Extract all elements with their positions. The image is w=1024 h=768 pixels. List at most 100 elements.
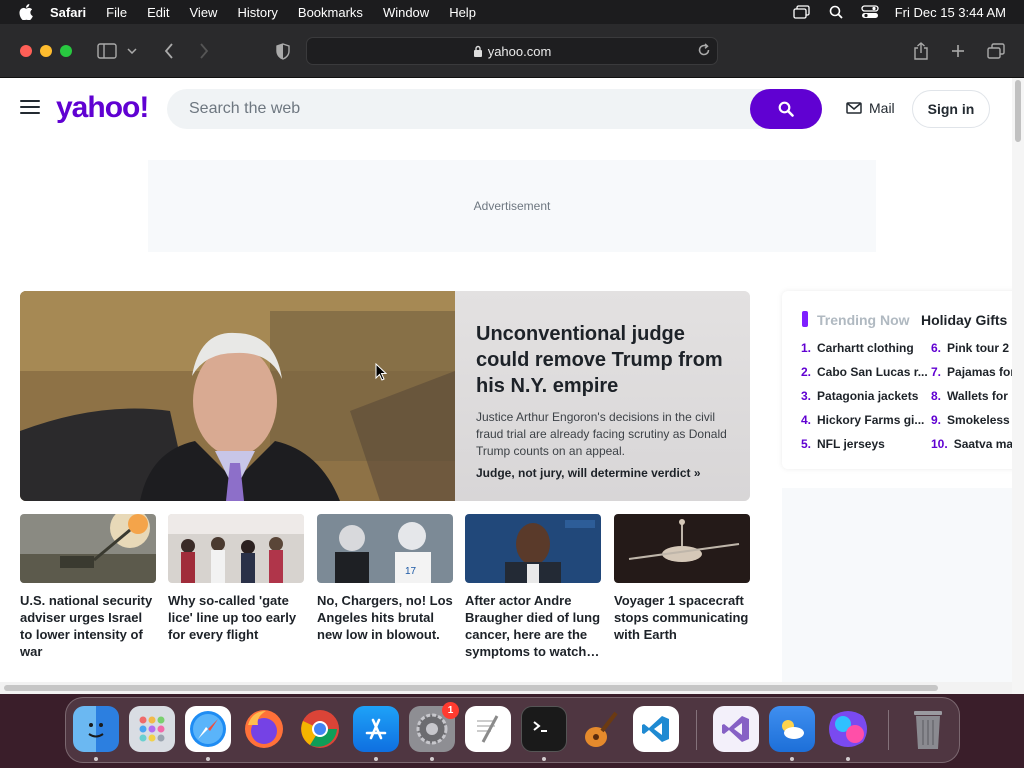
story-headline[interactable]: After actor Andre Braugher died of lung …: [465, 592, 601, 660]
notification-badge: 1: [442, 702, 459, 719]
story-card[interactable]: After actor Andre Braugher died of lung …: [465, 514, 601, 660]
tab-trending-now[interactable]: Trending Now: [817, 312, 910, 328]
hero-headline[interactable]: Unconventional judge could remove Trump …: [476, 321, 730, 399]
address-url: yahoo.com: [487, 43, 552, 59]
app-store-icon[interactable]: [353, 706, 399, 752]
menu-history[interactable]: History: [237, 5, 277, 20]
screen-mirroring-icon[interactable]: [793, 4, 811, 20]
trending-item[interactable]: 2. Cabo San Lucas r...: [801, 365, 928, 389]
mail-label: Mail: [869, 100, 895, 116]
story-thumbnail[interactable]: [20, 514, 156, 583]
trending-item[interactable]: 10. Saatva ma: [931, 437, 1015, 461]
menu-app-safari[interactable]: Safari: [50, 5, 86, 20]
horizontal-scroll-thumb[interactable]: [4, 685, 938, 691]
chrome-icon[interactable]: [297, 706, 343, 752]
back-arrow-icon[interactable]: [158, 41, 180, 61]
menu-help[interactable]: Help: [449, 5, 476, 20]
tab-overview-icon[interactable]: [985, 41, 1007, 61]
trending-item[interactable]: 4. Hickory Farms gi...: [801, 413, 928, 437]
story-headline[interactable]: No, Chargers, no! Los Angeles hits bruta…: [317, 592, 453, 643]
story-strip: U.S. national security adviser urges Isr…: [20, 514, 750, 664]
story-thumbnail[interactable]: [465, 514, 601, 583]
search-input[interactable]: [167, 89, 747, 129]
safari-icon[interactable]: [185, 706, 231, 752]
spotlight-search-icon[interactable]: [827, 4, 845, 20]
yahoo-logo[interactable]: yahoo!: [56, 91, 149, 125]
trending-item[interactable]: 5. NFL jerseys: [801, 437, 928, 461]
story-headline[interactable]: U.S. national security adviser urges Isr…: [20, 592, 156, 660]
story-card[interactable]: Voyager 1 spacecraft stops communicating…: [614, 514, 750, 643]
apple-menu-icon[interactable]: [16, 2, 36, 22]
story-thumbnail[interactable]: [168, 514, 304, 583]
story-headline[interactable]: Why so-called 'gate lice' line up too ea…: [168, 592, 304, 643]
story-card[interactable]: Why so-called 'gate lice' line up too ea…: [168, 514, 304, 643]
weather-icon[interactable]: [769, 706, 815, 752]
menu-view[interactable]: View: [190, 5, 218, 20]
trash-icon[interactable]: [905, 706, 951, 752]
sidebar-ad-placeholder[interactable]: [782, 488, 1012, 694]
menu-edit[interactable]: Edit: [147, 5, 169, 20]
hero-related-link[interactable]: Judge, not jury, will determine verdict …: [476, 466, 730, 480]
menu-bookmarks[interactable]: Bookmarks: [298, 5, 363, 20]
visual-studio-icon[interactable]: [713, 706, 759, 752]
trending-item[interactable]: 1. Carhartt clothing: [801, 341, 928, 365]
horizontal-scrollbar[interactable]: [0, 682, 1012, 694]
trending-rank: 4.: [801, 413, 812, 427]
story-card[interactable]: 17 No, Chargers, no! Los Angeles hits br…: [317, 514, 453, 643]
firefox-icon[interactable]: [241, 706, 287, 752]
hero-image[interactable]: [20, 291, 455, 501]
terminal-icon[interactable]: [521, 706, 567, 752]
macos-menu-bar: Safari File Edit View History Bookmarks …: [0, 0, 1024, 24]
vertical-scrollbar[interactable]: [1012, 78, 1024, 694]
trending-rank: 3.: [801, 389, 812, 403]
search-button[interactable]: [750, 89, 822, 129]
trending-item[interactable]: 9. Smokeless: [931, 413, 1015, 437]
web-page: yahoo! Mail Sign in Advertisement: [0, 78, 1024, 694]
finder-icon[interactable]: [73, 706, 119, 752]
trending-label: NFL jerseys: [817, 437, 885, 451]
zoom-window-button[interactable]: [60, 45, 72, 57]
search-box: [167, 89, 822, 129]
vertical-scroll-thumb[interactable]: [1015, 80, 1021, 142]
trending-panel: Trending Now Holiday Gifts 1. Carhartt cl…: [782, 291, 1024, 469]
trending-item[interactable]: 3. Patagonia jackets: [801, 389, 928, 413]
trending-item[interactable]: 8. Wallets for: [931, 389, 1015, 413]
story-thumbnail[interactable]: [614, 514, 750, 583]
trending-item[interactable]: 7. Pajamas for: [931, 365, 1015, 389]
address-bar[interactable]: yahoo.com: [306, 37, 718, 65]
forward-arrow-icon[interactable]: [193, 41, 215, 61]
trending-label: Pink tour 2: [947, 341, 1010, 355]
vscode-icon[interactable]: [633, 706, 679, 752]
story-card[interactable]: U.S. national security adviser urges Isr…: [20, 514, 156, 660]
menu-file[interactable]: File: [106, 5, 127, 20]
privacy-shield-icon[interactable]: [272, 41, 294, 61]
garageband-icon[interactable]: [577, 706, 623, 752]
hamburger-menu-icon[interactable]: [20, 100, 40, 118]
chevron-down-icon[interactable]: [125, 41, 139, 61]
launchpad-icon[interactable]: [129, 706, 175, 752]
minimize-window-button[interactable]: [40, 45, 52, 57]
tab-holiday-gifts[interactable]: Holiday Gifts: [921, 312, 1007, 328]
close-window-button[interactable]: [20, 45, 32, 57]
advertisement-banner[interactable]: Advertisement: [148, 160, 876, 252]
new-tab-icon[interactable]: [947, 41, 969, 61]
textedit-icon[interactable]: [465, 706, 511, 752]
hero-story[interactable]: Unconventional judge could remove Trump …: [20, 291, 750, 501]
trending-item[interactable]: 6. Pink tour 2: [931, 341, 1015, 365]
menubar-datetime[interactable]: Fri Dec 15 3:44 AM: [895, 5, 1006, 20]
trending-label: Hickory Farms gi...: [817, 413, 925, 427]
reload-icon[interactable]: [697, 43, 711, 57]
gradient-app-icon[interactable]: [825, 706, 871, 752]
story-headline[interactable]: Voyager 1 spacecraft stops communicating…: [614, 592, 750, 643]
trending-rank: 7.: [931, 365, 942, 379]
trending-accent-bar: [802, 311, 808, 327]
control-center-icon[interactable]: [861, 4, 879, 20]
sidebar-toggle-icon[interactable]: [96, 41, 118, 61]
menu-window[interactable]: Window: [383, 5, 429, 20]
sign-in-button[interactable]: Sign in: [912, 90, 990, 128]
mail-link[interactable]: Mail: [846, 100, 895, 116]
story-thumbnail[interactable]: 17: [317, 514, 453, 583]
system-settings-icon[interactable]: 1: [409, 702, 459, 752]
share-icon[interactable]: [910, 41, 932, 61]
trending-rank: 10.: [931, 437, 948, 451]
